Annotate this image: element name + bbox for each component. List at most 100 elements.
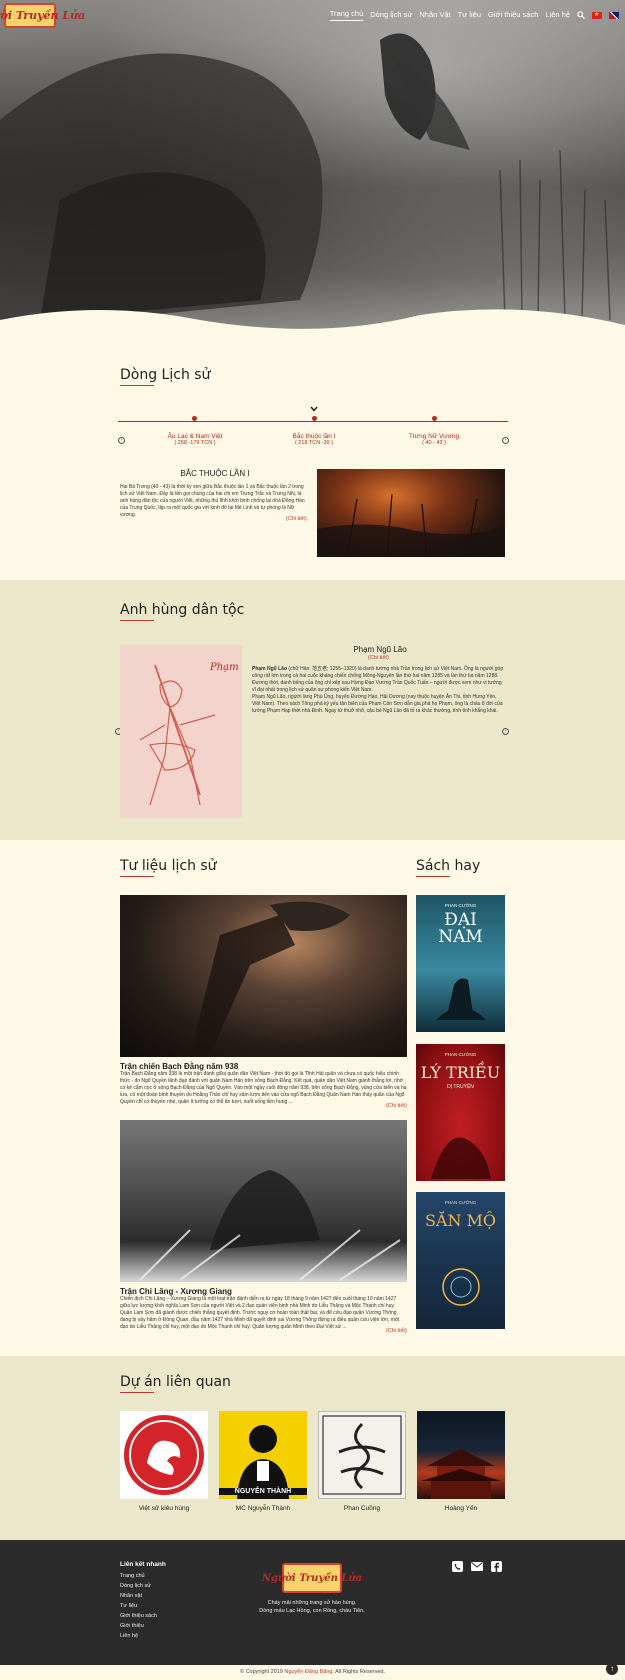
- footer-tagline: Cháy mãi những trang sử hào hùng. Dòng m…: [212, 1599, 412, 1615]
- chi-lang-image[interactable]: [120, 1120, 407, 1282]
- period-years: ( 258 -179 TCN ): [174, 440, 216, 446]
- footer-links: Trang chủ Dòng lịch sử Nhân vật Tư liệu …: [120, 1571, 157, 1641]
- title-underline: [120, 876, 154, 877]
- title-underline: [120, 620, 154, 621]
- nav-item-home[interactable]: Trang chủ: [329, 9, 364, 21]
- site-logo[interactable]: Người Truyền Lửa: [0, 3, 85, 28]
- project-label[interactable]: Phan Cuồng: [318, 1505, 406, 1512]
- prev-arrow-icon[interactable]: ‹: [118, 437, 125, 444]
- title-underline: [120, 1392, 154, 1393]
- social-icons: [452, 1561, 502, 1572]
- period-name: Bắc thuộc lần I: [292, 433, 336, 440]
- hero-illustration: [0, 33, 625, 340]
- nav-item-books[interactable]: Giới thiệu sách: [488, 10, 538, 21]
- period-name: Âu Lạc & Nam Việt: [167, 433, 223, 440]
- copyright-suffix: . All Rights Reserved.: [332, 1669, 385, 1675]
- doc-more-link[interactable]: (Chi tiết): [386, 1328, 407, 1334]
- hero-portrait-image: Phạm: [120, 645, 242, 818]
- nav-item-contact[interactable]: Liên hệ: [545, 10, 570, 21]
- hero-description: Phạm Ngũ Lão (chữ Hán: 范五老; 1255–1320) l…: [252, 666, 504, 694]
- phone-icon[interactable]: [452, 1561, 463, 1572]
- books-section-title: Sách hay: [416, 858, 481, 874]
- heroes-section-title: Anh hùng dân tộc: [120, 602, 245, 618]
- documents-section-title: Tư liệu lịch sử: [120, 858, 217, 874]
- book-cover[interactable]: PHAN CƯỜNG ĐẠI NAM: [416, 895, 505, 1032]
- footer-link[interactable]: Nhân vật: [120, 1591, 157, 1601]
- bach-dang-image[interactable]: [120, 895, 407, 1057]
- book-author: PHAN CƯỜNG: [444, 1052, 477, 1057]
- article-title: BẮC THUỘC LẦN I: [180, 469, 250, 478]
- nav-item-characters[interactable]: Nhân Vật: [419, 10, 450, 21]
- project-label[interactable]: Việt sử kiêu hùng: [120, 1505, 208, 1512]
- footer-links-title: Liên kết nhanh: [120, 1561, 166, 1568]
- book-author: PHAN CƯỜNG: [444, 903, 477, 908]
- email-icon[interactable]: [471, 1561, 483, 1572]
- timeline-dot[interactable]: [312, 416, 317, 421]
- doc-more-link[interactable]: (Chi tiết): [386, 1103, 407, 1109]
- book-cover[interactable]: PHAN CƯỜNG LÝ TRIỀU DỊ TRUYỆN: [416, 1044, 505, 1181]
- title-underline: [416, 876, 450, 877]
- book-cover[interactable]: PHAN CƯỜNG SĂN MỘ: [416, 1192, 505, 1329]
- copyright-bar: © Copyright 2019 Nguyễn Đăng Băng. All R…: [0, 1665, 625, 1680]
- english-flag-icon[interactable]: [609, 11, 619, 19]
- nav-item-documents[interactable]: Tư liệu: [458, 10, 481, 21]
- hero-name-bold: Phạm Ngũ Lão: [252, 666, 288, 672]
- copyright-author-link[interactable]: Nguyễn Đăng Băng: [284, 1669, 332, 1675]
- tagline-line: Dòng máu Lạc Hồng, con Rồng, cháu Tiên.: [259, 1608, 365, 1614]
- footer-link[interactable]: Dòng lịch sử: [120, 1581, 157, 1591]
- article-text: Hai Bà Trưng (40 - 43) là thời kỳ xen gi…: [120, 484, 305, 518]
- footer-link[interactable]: Liên hệ: [120, 1631, 157, 1641]
- timeline-dot[interactable]: [192, 416, 197, 421]
- facebook-icon[interactable]: [491, 1561, 502, 1572]
- copyright-text: © Copyright 2019: [239, 1669, 285, 1675]
- doc-title[interactable]: Trận chiến Bạch Đằng năm 938: [120, 1062, 238, 1071]
- tagline-line: Cháy mãi những trang sử hào hùng.: [267, 1600, 357, 1606]
- projects-section: [0, 1356, 625, 1540]
- battle-fire-image: [317, 469, 505, 558]
- footer-link[interactable]: Giới thiệu sách: [120, 1611, 157, 1621]
- next-arrow-icon[interactable]: ›: [502, 728, 509, 735]
- footer-logo[interactable]: Người Truyền Lửa: [262, 1563, 362, 1593]
- project-label[interactable]: MC Nguyễn Thành: [219, 1505, 307, 1512]
- footer-link[interactable]: Tư liệu: [120, 1601, 157, 1611]
- title-underline: [120, 385, 154, 386]
- hero-text-part2: Phạm Ngũ Lão, người làng Phù Ủng, huyện …: [252, 694, 503, 714]
- timeline-item[interactable]: Trưng Nữ Vương ( 40 - 43 ): [374, 433, 494, 446]
- project-label[interactable]: Hoàng Yến: [417, 1505, 505, 1512]
- history-section-title: Dòng Lịch sử: [120, 367, 211, 383]
- vietnamese-flag-icon[interactable]: [592, 11, 602, 19]
- project-image[interactable]: [120, 1411, 208, 1499]
- doc-text: Chiến dịch Chi Lăng – Xương Giang là một…: [120, 1296, 400, 1330]
- project-image[interactable]: [417, 1411, 505, 1499]
- timeline-item[interactable]: Bắc thuộc lần I ( 218 TCN -39 ): [254, 433, 374, 446]
- period-years: ( 218 TCN -39 ): [294, 440, 334, 446]
- chevron-down-icon: [310, 406, 318, 412]
- doc-title[interactable]: Trận Chi Lăng - Xương Giang: [120, 1287, 232, 1296]
- project-image[interactable]: [318, 1411, 406, 1499]
- hero-text-part1: (chữ Hán: 范五老; 1255–1320) là danh tướng …: [252, 666, 504, 693]
- footer-logo-text: Người Truyền Lửa: [261, 1572, 363, 1584]
- hero-name: Phạm Ngũ Lão: [353, 645, 407, 654]
- search-icon[interactable]: [577, 11, 585, 19]
- article-more-link[interactable]: (Chi tiết): [286, 516, 307, 522]
- footer-link[interactable]: Giới thiệu: [120, 1621, 157, 1631]
- footer-link[interactable]: Trang chủ: [120, 1571, 157, 1581]
- hero-more-link[interactable]: (Chi tiết): [368, 655, 389, 661]
- timeline-line: [118, 421, 508, 422]
- logo-text: Người Truyền Lửa: [0, 9, 86, 22]
- timeline-dot[interactable]: [432, 416, 437, 421]
- book-title: ĐẠI NAM: [438, 910, 483, 947]
- book-title: SĂN MỘ: [424, 1211, 497, 1230]
- period-years: ( 40 - 43 ): [422, 440, 446, 446]
- projects-section-title: Dự án liên quan: [120, 1374, 231, 1390]
- back-to-top-button[interactable]: ↑: [606, 1663, 618, 1675]
- svg-text:Phạm: Phạm: [209, 662, 239, 673]
- nav-item-history[interactable]: Dòng lịch sử: [370, 10, 412, 21]
- book-subtitle: DỊ TRUYỆN: [447, 1084, 474, 1090]
- project-badge: NGUYỄN THÀNH: [219, 1488, 307, 1495]
- hero-banner: [0, 0, 625, 340]
- next-arrow-icon[interactable]: ›: [502, 437, 509, 444]
- project-image[interactable]: NGUYỄN THÀNH: [219, 1411, 307, 1499]
- period-name: Trưng Nữ Vương: [408, 433, 460, 440]
- timeline-item[interactable]: Âu Lạc & Nam Việt ( 258 -179 TCN ): [135, 433, 255, 446]
